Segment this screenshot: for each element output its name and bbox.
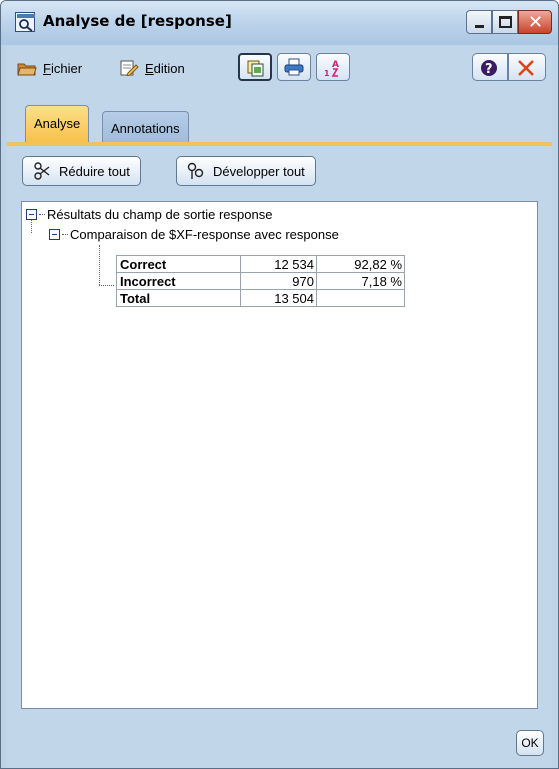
help-button[interactable]: ?	[472, 53, 508, 81]
menu-file[interactable]: Fichier	[17, 60, 82, 76]
tab-analyse[interactable]: Analyse	[25, 105, 90, 143]
results-panel: Résultats du champ de sortie response Co…	[21, 201, 538, 709]
printer-icon	[284, 58, 304, 76]
analysis-window: Analyse de [response] ✕ Fichier Edition …	[0, 0, 559, 769]
minimize-button[interactable]	[466, 10, 492, 34]
collapse-icon	[34, 162, 50, 180]
results-table: Correct 12 534 92,82 % Incorrect 970 7,1…	[116, 255, 405, 307]
maximize-icon	[499, 16, 512, 28]
tree-connector	[31, 220, 32, 233]
tree-collapse-toggle[interactable]	[49, 229, 60, 240]
tab-annotations-label: Annotations	[111, 121, 180, 136]
row-count: 13 504	[240, 289, 317, 307]
table-row: Correct 12 534 92,82 %	[116, 255, 405, 273]
table-row: Incorrect 970 7,18 %	[116, 272, 405, 290]
tree-root-label: Résultats du champ de sortie response	[47, 207, 273, 222]
close-icon: ✕	[528, 12, 544, 33]
row-percent	[316, 289, 405, 307]
close-output-button[interactable]	[508, 53, 546, 81]
ok-label: OK	[521, 736, 539, 750]
menu-edit-label: Edition	[145, 60, 185, 76]
tab-analyse-label: Analyse	[34, 116, 81, 131]
table-row: Total 13 504	[116, 289, 405, 307]
svg-text:?: ?	[485, 62, 493, 77]
tab-underline	[7, 142, 552, 146]
title-bar[interactable]: Analyse de [response] ✕	[1, 1, 558, 45]
maximize-button[interactable]	[492, 10, 518, 34]
sort-button[interactable]: A 1	[316, 53, 350, 81]
menu-edit[interactable]: Edition	[119, 60, 185, 77]
magnifier-window-icon	[15, 12, 35, 32]
edit-page-icon	[119, 60, 139, 77]
print-button[interactable]	[277, 53, 311, 81]
window-body: Fichier Edition A 1 ? Analyse Annotation…	[7, 45, 552, 768]
expand-all-button[interactable]: Développer tout	[176, 156, 316, 186]
tree-child-label: Comparaison de $XF-response avec respons…	[70, 227, 339, 242]
ok-button[interactable]: OK	[516, 730, 544, 756]
window-close-button[interactable]: ✕	[518, 10, 552, 34]
row-count: 970	[240, 272, 317, 290]
row-label: Correct	[116, 255, 241, 273]
tab-annotations[interactable]: Annotations	[102, 111, 189, 143]
row-percent: 7,18 %	[316, 272, 405, 290]
row-percent: 92,82 %	[316, 255, 405, 273]
collapse-all-button[interactable]: Réduire tout	[22, 156, 141, 186]
row-count: 12 534	[240, 255, 317, 273]
tree-root-node[interactable]: Résultats du champ de sortie response	[26, 207, 272, 222]
window-title: Analyse de [response]	[43, 12, 232, 30]
row-label: Total	[116, 289, 241, 307]
expand-icon	[187, 162, 204, 179]
close-x-icon	[518, 60, 534, 76]
expand-all-label: Développer tout	[213, 163, 305, 179]
menu-file-label: Fichier	[43, 60, 83, 76]
sort-az-icon: A 1	[324, 60, 339, 78]
menu-toolbar: Fichier Edition A 1 ?	[7, 45, 552, 89]
tab-strip: Analyse Annotations	[7, 105, 552, 143]
copy-icon	[247, 60, 264, 77]
svg-text:1: 1	[324, 69, 330, 78]
help-icon: ?	[481, 60, 497, 77]
minimize-icon	[475, 25, 484, 28]
tree-collapse-toggle[interactable]	[26, 209, 37, 220]
tree-connector	[99, 245, 100, 285]
collapse-all-label: Réduire tout	[59, 163, 130, 179]
row-label: Incorrect	[116, 272, 241, 290]
tree-connector	[99, 285, 114, 286]
copy-button[interactable]	[238, 53, 272, 81]
folder-icon	[17, 60, 37, 76]
tree-child-node[interactable]: Comparaison de $XF-response avec respons…	[49, 227, 339, 242]
